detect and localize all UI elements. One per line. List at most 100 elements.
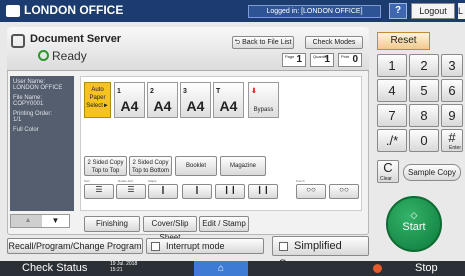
punch-left-button[interactable]: ○○ xyxy=(296,184,326,199)
tray-3-size: A4 xyxy=(186,98,205,114)
file-name-value: COPY0001 xyxy=(13,101,44,107)
staple-double-top-icon: ❙❙ xyxy=(256,185,270,194)
print-counter: Print 0 xyxy=(338,53,362,67)
tray-3-button[interactable]: 3 A4 xyxy=(180,82,211,118)
help-button[interactable]: ? xyxy=(389,3,407,19)
magazine-button[interactable]: Magazine xyxy=(220,156,266,176)
sort-icon: ☰ xyxy=(95,185,103,194)
booklet-button[interactable]: Booklet xyxy=(175,156,217,176)
clear-key-label: Clear xyxy=(380,176,392,182)
logged-in-label: Logged in: [LONDON OFFICE] xyxy=(248,5,381,18)
key-4[interactable]: 4 xyxy=(377,79,407,102)
scroll-controls: ▲ ▼ xyxy=(10,214,70,228)
quantity-counter-label: Quantity xyxy=(313,54,328,59)
interrupt-checkbox[interactable] xyxy=(151,242,160,252)
staple-double-top-button[interactable]: ❙❙ xyxy=(248,184,278,199)
color-mode: Full Color xyxy=(13,127,39,133)
key-7[interactable]: 7 xyxy=(377,104,407,127)
sort-label: Sort xyxy=(84,179,90,183)
panel-title: Document Server xyxy=(30,33,122,45)
key-6[interactable]: 6 xyxy=(441,79,463,102)
scroll-down-button[interactable]: ▼ xyxy=(42,215,69,227)
logout-button[interactable]: Logout xyxy=(411,3,455,19)
tray-2-number: 2 xyxy=(150,88,154,95)
recall-program-button[interactable]: Recall/Program/Change Program xyxy=(7,238,143,254)
cover-slip-sheet-tab[interactable]: Cover/Slip Sheet xyxy=(143,216,197,242)
tray-3-number: 3 xyxy=(183,88,187,95)
scroll-up-button[interactable]: ▲ xyxy=(15,215,41,227)
finishing-tab[interactable]: Finishing xyxy=(84,216,140,232)
status-text: Ready xyxy=(52,49,87,63)
document-server-icon xyxy=(11,34,25,48)
staple-right-icon: ❙ xyxy=(193,185,201,194)
stop-button[interactable]: Stop xyxy=(415,262,438,274)
bypass-tray-button[interactable]: ⬇ Bypass xyxy=(248,82,279,118)
key-9[interactable]: 9 xyxy=(441,104,463,127)
clear-key-symbol: C xyxy=(383,160,393,175)
tray-t-size: A4 xyxy=(219,98,238,114)
staple-double-left-button[interactable]: ❙❙ xyxy=(215,184,245,199)
print-order-value: 1/1 xyxy=(13,117,22,123)
start-icon: ◇ xyxy=(410,210,418,220)
key-enter-label: Enter xyxy=(449,145,461,151)
tray-1-number: 1 xyxy=(117,88,121,95)
simplified-checkbox[interactable] xyxy=(279,241,288,251)
back-to-file-list-label: Back to File List xyxy=(242,39,292,46)
key-hash-enter[interactable]: # Enter xyxy=(441,129,463,152)
key-dot-star[interactable]: ./* xyxy=(377,129,407,152)
reset-button[interactable]: Reset xyxy=(377,32,430,50)
staple-label: Staple xyxy=(148,179,157,183)
key-0[interactable]: 0 xyxy=(409,129,439,152)
simplified-screen-button[interactable]: Simplified Scrn. xyxy=(272,236,369,270)
stop-icon xyxy=(373,264,382,273)
two-sided-top-to-top-button[interactable]: 2 Sided Copy Top to Top xyxy=(84,156,127,176)
top-bar: LONDON OFFICE Logged in: [LONDON OFFICE]… xyxy=(0,0,465,22)
key-5[interactable]: 5 xyxy=(409,79,439,102)
ready-icon xyxy=(38,50,49,61)
punch-top-button[interactable]: ○○ xyxy=(329,184,359,199)
back-to-file-list-button[interactable]: ⮌ Back to File List xyxy=(232,36,294,49)
status-bar: Check Status 19 Jul. 2018 15:21 ⌂ Stop xyxy=(0,261,465,276)
user-name-value: LONDON OFFICE xyxy=(13,85,63,91)
page-counter: Page 1 xyxy=(282,53,306,67)
sample-copy-button[interactable]: Sample Copy xyxy=(403,164,461,181)
bypass-label: Bypass xyxy=(253,107,274,113)
tray-1-button[interactable]: 1 A4 xyxy=(114,82,145,118)
tray-2-button[interactable]: 2 A4 xyxy=(147,82,178,118)
home-button[interactable]: ⌂ xyxy=(194,261,248,276)
edit-stamp-tab[interactable]: Edit / Stamp xyxy=(199,216,249,232)
key-3[interactable]: 3 xyxy=(441,54,463,77)
staple-double-left-icon: ❙❙ xyxy=(223,185,237,194)
check-status-button[interactable]: Check Status xyxy=(22,262,87,274)
home-icon[interactable] xyxy=(6,5,20,17)
interrupt-mode-button[interactable]: Interrupt mode xyxy=(146,238,264,254)
start-button[interactable]: ◇ Start xyxy=(386,196,442,252)
punch-label: Punch xyxy=(296,179,305,183)
job-info-panel: User Name: LONDON OFFICE File Name: COPY00… xyxy=(10,76,74,211)
key-hash-symbol: # xyxy=(448,130,456,145)
tray-1-size: A4 xyxy=(120,98,139,114)
key-2[interactable]: 2 xyxy=(409,54,439,77)
clear-key[interactable]: C Clear xyxy=(377,160,399,183)
two-sided-top-to-bottom-button[interactable]: 2 Sided Copy Top to Bottom xyxy=(129,156,172,176)
page-counter-label: Page xyxy=(285,54,295,59)
check-modes-button[interactable]: Check Modes xyxy=(305,36,363,49)
sort-button[interactable]: ☰ xyxy=(84,184,114,199)
tray-t-button[interactable]: T A4 xyxy=(213,82,244,118)
rotate-sort-button[interactable]: ☰ xyxy=(116,184,146,199)
date-time: 19 Jul. 2018 15:21 xyxy=(110,261,137,273)
staple-left-icon: ❙ xyxy=(159,185,167,194)
device-title: LONDON OFFICE xyxy=(24,3,124,17)
key-8[interactable]: 8 xyxy=(409,104,439,127)
home-button-icon: ⌂ xyxy=(217,263,225,274)
auto-paper-select-button[interactable]: Auto Paper Select► xyxy=(84,82,111,118)
punch-left-icon: ○○ xyxy=(306,185,316,194)
time-text: 15:21 xyxy=(110,267,123,273)
key-1[interactable]: 1 xyxy=(377,54,407,77)
punch-top-icon: ○○ xyxy=(339,185,349,194)
staple-right-button[interactable]: ❙ xyxy=(182,184,212,199)
rotate-sort-icon: ☰ xyxy=(127,185,135,194)
staple-left-button[interactable]: ❙ xyxy=(148,184,178,199)
tray-t-number: T xyxy=(216,88,221,95)
interrupt-mode-label: Interrupt mode xyxy=(166,241,225,251)
